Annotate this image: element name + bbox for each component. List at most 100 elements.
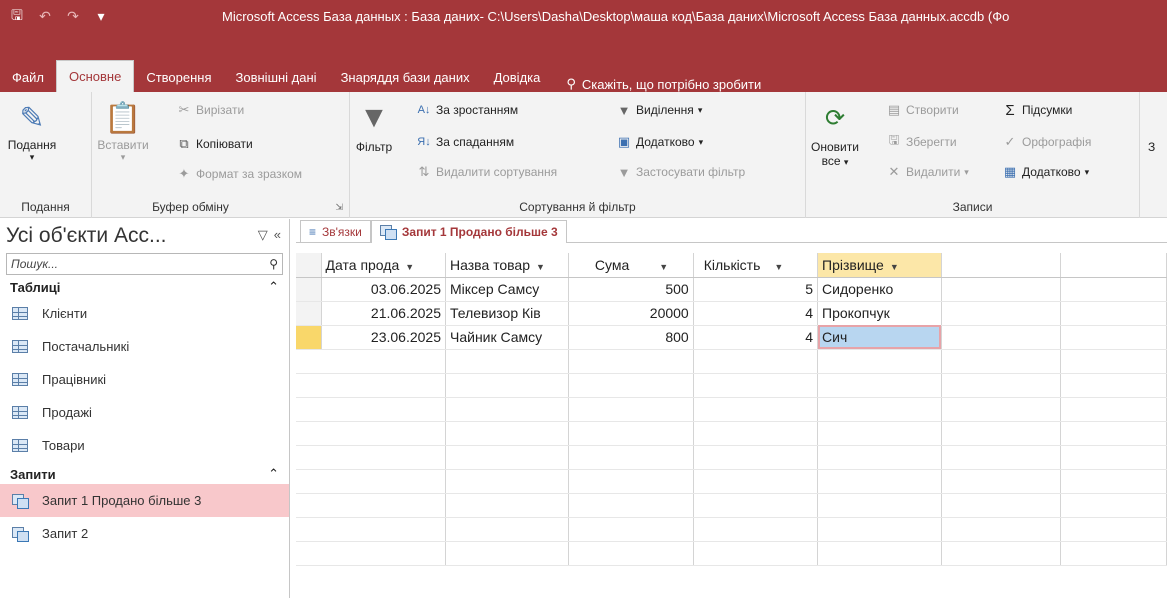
filter-button[interactable]: ▼ Фільтр xyxy=(354,100,394,154)
empty-cell xyxy=(321,373,447,398)
search-icon[interactable]: ⚲ xyxy=(269,257,278,271)
remove-sort-button[interactable]: ⇅ Видалити сортування xyxy=(416,164,558,180)
sort-descending-button[interactable]: Я↓ За спаданням xyxy=(416,134,514,150)
totals-button[interactable]: Σ Підсумки xyxy=(1002,102,1073,119)
scissors-icon: ✂ xyxy=(178,102,190,117)
more-records-button[interactable]: ▦ Додатково ▾ xyxy=(1002,164,1089,180)
nav-item-table-products[interactable]: Товари xyxy=(0,429,289,462)
cut-button[interactable]: ✂ Вирізати xyxy=(176,102,245,118)
cell-surname[interactable]: Прокопчук xyxy=(817,301,942,326)
cell-surname[interactable]: Сидоренко xyxy=(817,277,942,302)
search-input[interactable]: Пошук... ⚲ xyxy=(6,253,283,275)
selection-button[interactable]: ▼ Виділення ▾ xyxy=(616,102,703,118)
empty-cell xyxy=(817,541,942,566)
paste-button[interactable]: 📋 Вставити ▾ xyxy=(97,100,149,163)
save-record-button[interactable]: 🖫 Зберегти xyxy=(886,132,956,150)
cell-date[interactable]: 03.06.2025 xyxy=(321,277,447,302)
row-selector-current[interactable] xyxy=(296,325,322,350)
doc-tab-relationships[interactable]: ≡ Зв'язки xyxy=(300,220,371,242)
nav-item-table-clients[interactable]: Клієнти xyxy=(0,297,289,330)
save-icon[interactable]: 🖫 xyxy=(8,7,26,26)
new-record-button[interactable]: ▤ Створити xyxy=(886,102,959,118)
dialog-launcher-icon[interactable]: ⇲ xyxy=(335,202,343,213)
apply-filter-button[interactable]: ▼ Застосувати фільтр xyxy=(616,164,746,180)
nav-menu-dropdown-icon[interactable]: ▽ xyxy=(258,227,268,243)
sort-ascending-icon: A↓ xyxy=(417,104,431,116)
row-selector[interactable] xyxy=(296,277,322,302)
section-queries[interactable]: Запити ⌃ xyxy=(0,462,289,484)
row-selector[interactable] xyxy=(296,301,322,326)
chevron-down-icon[interactable]: ▼ xyxy=(536,262,545,272)
tab-home[interactable]: Основне xyxy=(55,60,135,92)
format-painter-button[interactable]: ✦ Формат за зразком xyxy=(176,166,302,182)
select-all-cell[interactable] xyxy=(296,253,322,278)
cell-sum[interactable]: 20000 xyxy=(568,301,694,326)
undo-icon[interactable]: ↶ xyxy=(36,8,54,26)
cell-quantity[interactable]: 4 xyxy=(693,301,819,326)
group-label-clipboard: Буфер обміну xyxy=(152,200,229,214)
table-row: 23.06.2025 Чайник Самсу 800 4 Сич xyxy=(296,325,1167,350)
sort-descending-label: За спаданням xyxy=(436,135,515,149)
tab-external-data[interactable]: Зовнішні дані xyxy=(224,62,329,92)
cell-surname-active[interactable]: Сич xyxy=(817,325,942,350)
column-header-sum[interactable]: Сума ▼ xyxy=(568,253,694,278)
chevron-down-icon[interactable]: ▼ xyxy=(774,262,783,272)
cell-sum[interactable]: 800 xyxy=(568,325,694,350)
collapse-section-icon[interactable]: ⌃ xyxy=(268,279,279,295)
empty-cell xyxy=(568,421,694,446)
collapse-pane-icon[interactable]: « xyxy=(274,227,281,243)
empty-cell xyxy=(941,373,1062,398)
chevron-down-icon[interactable]: ▼ xyxy=(890,262,899,272)
refresh-all-button[interactable]: ⟳ Оновити все ▾ xyxy=(810,100,860,169)
tell-me-box[interactable]: ⚲ Скажіть, що потрібно зробити xyxy=(552,76,761,92)
spelling-button[interactable]: ✓ Орфографія xyxy=(1002,134,1092,150)
empty-cell xyxy=(1060,469,1167,494)
totals-label: Підсумки xyxy=(1022,103,1073,117)
paste-label: Вставити xyxy=(97,138,149,152)
view-button[interactable]: ✎ Подання ▾ xyxy=(8,100,56,163)
chevron-down-icon[interactable]: ▼ xyxy=(659,262,668,272)
nav-item-query-2[interactable]: Запит 2 xyxy=(0,517,289,550)
collapse-section-icon[interactable]: ⌃ xyxy=(268,466,279,482)
find-button[interactable]: З xyxy=(1148,140,1155,154)
chevron-down-icon[interactable]: ▼ xyxy=(405,262,414,272)
column-header-surname[interactable]: Прізвище ▼ xyxy=(817,253,942,278)
tab-file[interactable]: Файл xyxy=(0,62,56,92)
copy-button[interactable]: ⧉ Копіювати xyxy=(176,136,252,152)
nav-item-query-1[interactable]: Запит 1 Продано більше 3 xyxy=(0,484,289,517)
cell-sum[interactable]: 500 xyxy=(568,277,694,302)
nav-item-table-employees[interactable]: Працівникі xyxy=(0,363,289,396)
tab-help[interactable]: Довідка xyxy=(482,62,553,92)
tab-database-tools[interactable]: Знаряддя бази даних xyxy=(329,62,482,92)
cell-date[interactable]: 21.06.2025 xyxy=(321,301,447,326)
doc-tab-query-1[interactable]: Запит 1 Продано більше 3 xyxy=(370,220,567,243)
sort-ascending-button[interactable]: A↓ За зростанням xyxy=(416,102,519,118)
cell-quantity[interactable]: 5 xyxy=(693,277,819,302)
delete-record-button[interactable]: ✕ Видалити ▾ xyxy=(886,164,969,180)
tab-create[interactable]: Створення xyxy=(134,62,223,92)
table-icon xyxy=(12,307,28,320)
ribbon: ✎ Подання ▾ Подання 📋 Вставити ▾ ✂ Виріз… xyxy=(0,92,1167,218)
redo-icon[interactable]: ↷ xyxy=(64,8,82,26)
cell-date[interactable]: 23.06.2025 xyxy=(321,325,447,350)
section-tables[interactable]: Таблиці ⌃ xyxy=(0,275,289,297)
tell-me-text: Скажіть, що потрібно зробити xyxy=(581,76,762,92)
nav-item-table-sales[interactable]: Продажі xyxy=(0,396,289,429)
table-icon xyxy=(12,373,28,386)
nav-item-table-suppliers[interactable]: Постачальникі xyxy=(0,330,289,363)
cell-product[interactable]: Телевизор Ків xyxy=(445,301,569,326)
window-title: Microsoft Access База данных : База дани… xyxy=(222,9,1010,24)
paintbrush-icon: ✦ xyxy=(178,166,190,181)
customize-qat-icon[interactable]: ▾ xyxy=(92,8,110,26)
advanced-filter-button[interactable]: ▣ Додатково ▾ xyxy=(616,134,703,150)
column-header-product[interactable]: Назва товар ▼ xyxy=(445,253,569,278)
cell-product[interactable]: Чайник Самсу xyxy=(445,325,569,350)
nav-item-label: Продажі xyxy=(42,405,92,420)
empty-cell xyxy=(941,277,1062,302)
cell-product[interactable]: Міксер Самсу xyxy=(445,277,569,302)
row-selector xyxy=(296,541,322,566)
cell-quantity[interactable]: 4 xyxy=(693,325,819,350)
column-header-quantity[interactable]: Кількість ▼ xyxy=(693,253,819,278)
column-header-date[interactable]: Дата прода ▼ xyxy=(321,253,447,278)
nav-pane-header[interactable]: Усі об'єкти Acc... ▽ « xyxy=(0,219,289,253)
